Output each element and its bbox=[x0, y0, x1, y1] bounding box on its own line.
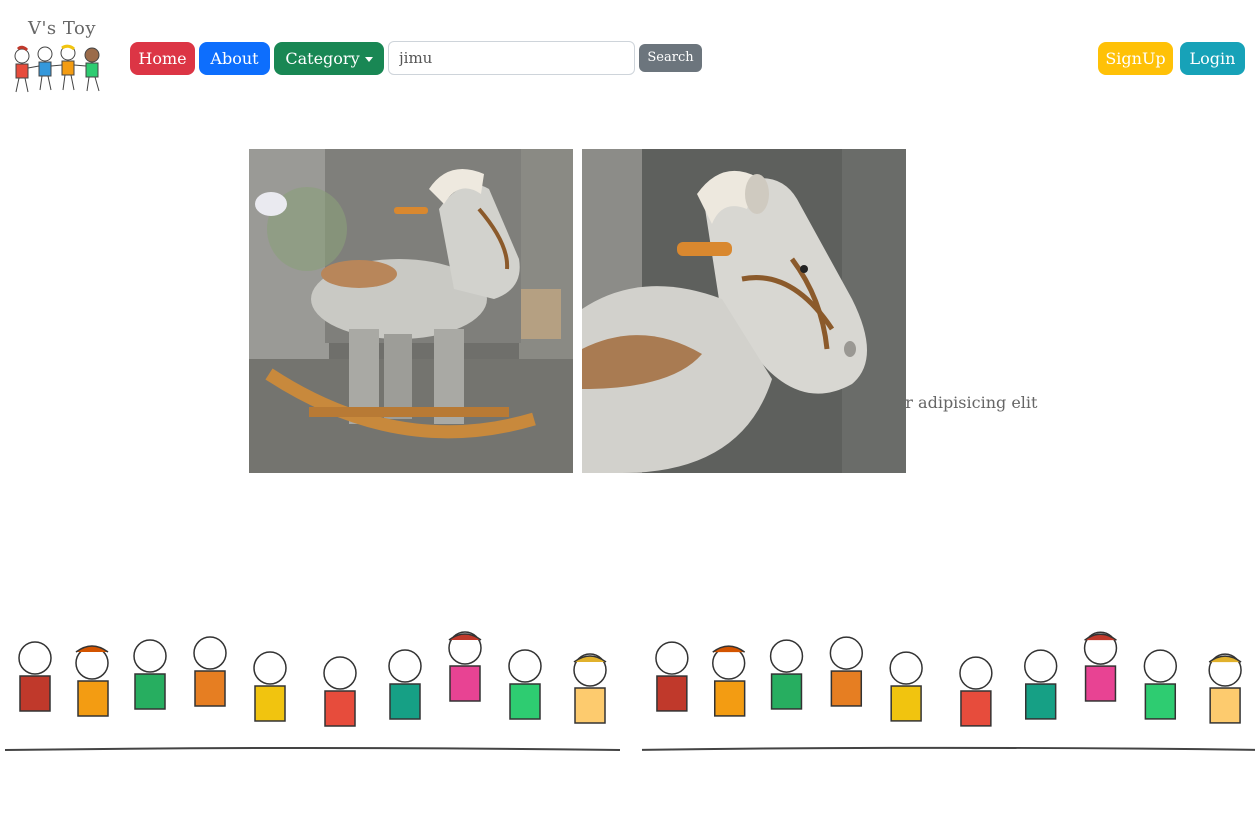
search-input[interactable] bbox=[388, 41, 635, 75]
category-label: Category bbox=[285, 49, 360, 68]
category-dropdown[interactable]: Category bbox=[274, 42, 384, 75]
brand-title: V's Toy bbox=[27, 18, 97, 39]
search-button[interactable]: Search bbox=[639, 44, 702, 72]
rocking-horse-photo[interactable] bbox=[249, 149, 573, 473]
about-button[interactable]: About bbox=[199, 42, 270, 75]
kids-border-image bbox=[4, 631, 621, 751]
kids-border-image-repeat bbox=[641, 631, 1256, 751]
kids-logo-icon bbox=[14, 44, 100, 93]
caret-down-icon bbox=[364, 57, 373, 62]
product-caption: ur adipisicing elit bbox=[895, 393, 1038, 412]
signup-button[interactable]: SignUp bbox=[1098, 42, 1173, 75]
login-button[interactable]: Login bbox=[1180, 42, 1245, 75]
rocking-horse-closeup-photo[interactable] bbox=[582, 149, 906, 473]
home-button[interactable]: Home bbox=[130, 42, 195, 75]
brand-logo[interactable]: V's Toy bbox=[10, 18, 114, 98]
